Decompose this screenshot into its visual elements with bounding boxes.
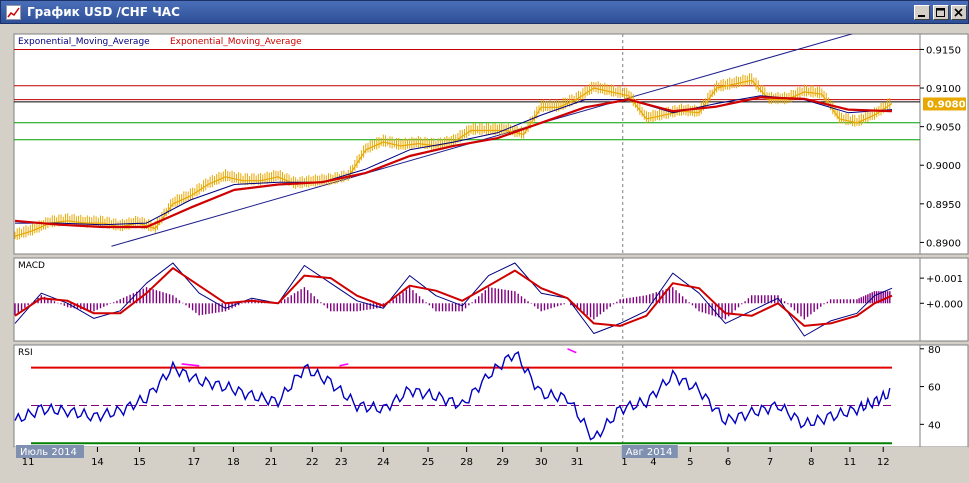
x-tick-label: 11 xyxy=(22,457,35,468)
rsi-ytick-label: 80 xyxy=(928,345,941,356)
x-tick-label: 31 xyxy=(571,457,584,468)
x-tick-label: 22 xyxy=(306,457,319,468)
x-tick-label: 6 xyxy=(725,457,731,468)
x-tick-label: 11 xyxy=(844,457,857,468)
close-icon xyxy=(954,8,963,17)
x-tick-label: 7 xyxy=(767,457,773,468)
chart-app-icon xyxy=(6,5,21,20)
maximize-icon xyxy=(936,8,945,17)
x-tick-label: 28 xyxy=(460,457,473,468)
x-axis-strip xyxy=(14,447,968,479)
price-panel-axis xyxy=(919,33,969,255)
x-tick-label: 29 xyxy=(496,457,509,468)
rsi-panel-axis xyxy=(919,344,969,448)
x-tick-label: 8 xyxy=(808,457,814,468)
x-tick-label: 5 xyxy=(687,457,693,468)
rsi-title: RSI xyxy=(18,348,33,358)
price-ytick-label: 0.9000 xyxy=(926,161,961,172)
price-ytick-label: 0.8950 xyxy=(926,200,961,211)
minimize-button[interactable] xyxy=(914,5,930,20)
rsi-ytick-label: 60 xyxy=(928,383,941,394)
rsi-ytick-label: 40 xyxy=(928,420,941,431)
x-tick-label: 23 xyxy=(335,457,348,468)
x-tick-label: 21 xyxy=(265,457,278,468)
x-tick-label: 25 xyxy=(422,457,435,468)
legend-label-0: Exponential_Moving_Average xyxy=(18,37,150,47)
maximize-button[interactable] xyxy=(933,5,949,20)
chart-canvas: Exponential_Moving_Average Exponential_Mo… xyxy=(0,24,969,483)
x-tick-label: 18 xyxy=(227,457,240,468)
period-label: Июль 2014 xyxy=(20,447,77,458)
price-ytick-label: 0.8900 xyxy=(926,238,961,249)
window-titlebar: График USD /CHF ЧАС xyxy=(0,0,969,24)
price-ytick-label: 0.9150 xyxy=(926,45,961,56)
x-tick-label: 14 xyxy=(91,457,104,468)
rsi-panel xyxy=(13,344,921,448)
x-tick-label: 4 xyxy=(650,457,656,468)
x-tick-label: 17 xyxy=(188,457,201,468)
x-tick-label: 24 xyxy=(377,457,390,468)
macd-title: MACD xyxy=(18,261,45,271)
x-tick-label: 15 xyxy=(133,457,146,468)
x-tick-label: 30 xyxy=(535,457,548,468)
current-price-label: 0.9080 xyxy=(927,99,966,110)
macd-ytick-label: +0.001 xyxy=(926,274,963,285)
price-ytick-label: 0.9050 xyxy=(926,123,961,134)
x-tick-label: 12 xyxy=(877,457,890,468)
x-tick-label: 1 xyxy=(621,457,627,468)
price-ytick-label: 0.9100 xyxy=(926,84,961,95)
macd-ytick-label: +0.000 xyxy=(926,299,963,310)
period-label: Авг 2014 xyxy=(626,447,673,458)
minimize-icon xyxy=(918,15,925,17)
close-button[interactable] xyxy=(951,5,967,20)
legend-label-1: Exponential_Moving_Average xyxy=(170,37,302,47)
window-title: График USD /CHF ЧАС xyxy=(27,5,180,19)
